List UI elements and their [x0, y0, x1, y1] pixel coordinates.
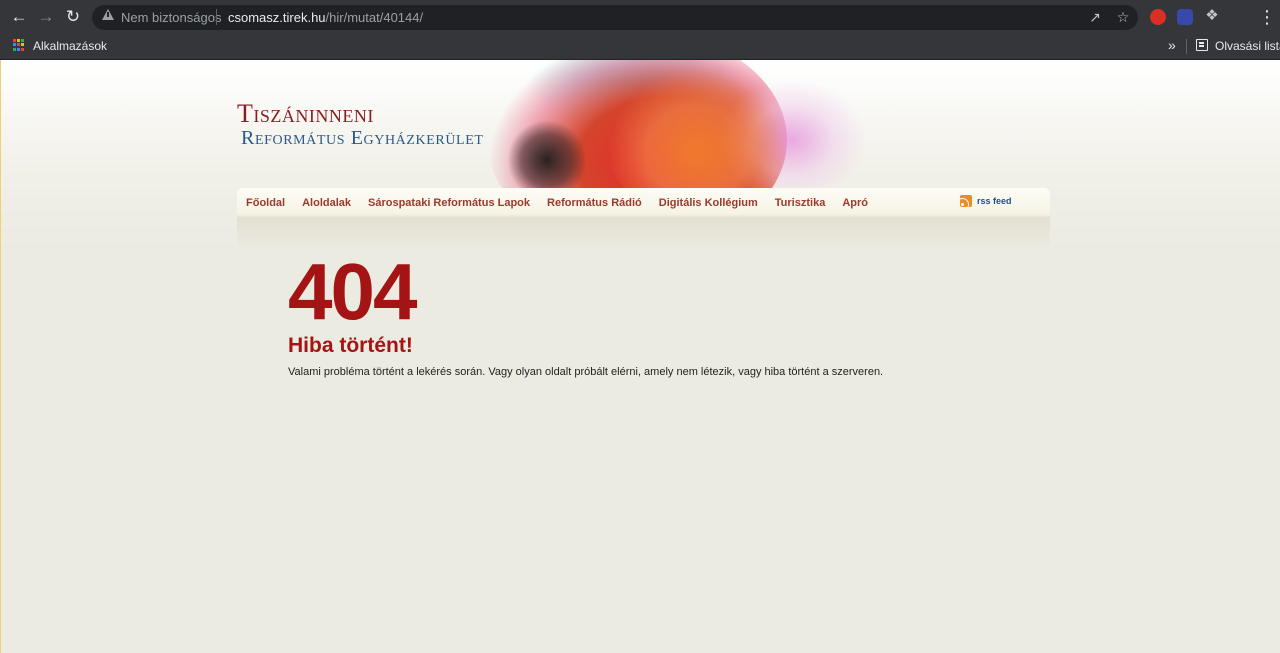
forward-button[interactable]: →: [34, 6, 58, 28]
url-text[interactable]: csomasz.tirek.hu/hir/mutat/40144/: [228, 10, 423, 25]
error-title: Hiba történt!: [288, 334, 413, 357]
bookmarks-bar: Alkalmazások » Olvasási lista: [0, 34, 1280, 60]
menu: Főoldal Aloldalak Sárospataki Református…: [246, 197, 885, 209]
browser-menu-icon[interactable]: ⋮: [1258, 6, 1276, 28]
reading-list-icon[interactable]: [1196, 39, 1208, 51]
share-icon[interactable]: ↗: [1086, 8, 1104, 26]
bookmarks-separator: [1186, 39, 1187, 54]
menu-item-aloldalak[interactable]: Aloldalak: [302, 197, 351, 209]
extensions-puzzle-icon[interactable]: ❖: [1203, 7, 1221, 25]
apps-grid-icon[interactable]: [13, 39, 25, 51]
reading-list-button[interactable]: Olvasási lista: [1215, 39, 1280, 53]
more-bookmarks-icon[interactable]: »: [1168, 37, 1176, 53]
site-header: Tiszáninneni Református Egyházkerület: [237, 60, 1050, 188]
web-page: Tiszáninneni Református Egyházkerület Fő…: [0, 60, 1280, 653]
logo-subtitle: Református Egyházkerület: [241, 127, 484, 149]
header-artwork: [467, 60, 887, 188]
menu-item-digitalis-kollegium[interactable]: Digitális Kollégium: [659, 197, 758, 209]
address-bar[interactable]: Nem biztonságos csomasz.tirek.hu/hir/mut…: [92, 5, 1138, 30]
error-content: 404 Hiba történt! Valami probléma történ…: [288, 247, 988, 379]
error-message: Valami probléma történt a lekérés során.…: [288, 366, 884, 378]
extension-adblock-icon[interactable]: [1150, 9, 1166, 25]
site-logo[interactable]: Tiszáninneni Református Egyházkerület: [237, 99, 484, 149]
apps-shortcut[interactable]: Alkalmazások: [33, 39, 107, 53]
menu-item-fooldal[interactable]: Főoldal: [246, 197, 285, 209]
menu-item-turisztika[interactable]: Turisztika: [775, 197, 826, 209]
error-code: 404: [288, 247, 417, 336]
menu-item-apro[interactable]: Apró: [842, 197, 868, 209]
rss-label: rss feed: [977, 196, 1012, 206]
address-separator: [216, 9, 217, 25]
menu-item-reformatus-radio[interactable]: Református Rádió: [547, 197, 642, 209]
rss-icon: [960, 195, 972, 207]
back-button[interactable]: ←: [7, 6, 31, 28]
logo-title: Tiszáninneni: [237, 99, 374, 128]
main-navigation: Főoldal Aloldalak Sárospataki Református…: [237, 188, 1050, 250]
menu-item-sarospataki-reformatus-lapok[interactable]: Sárospataki Református Lapok: [368, 197, 530, 209]
extension-icon[interactable]: [1177, 9, 1193, 25]
bookmark-star-icon[interactable]: ☆: [1114, 8, 1132, 26]
reload-button[interactable]: ↻: [61, 6, 85, 28]
browser-toolbar: ← → ↻ Nem biztonságos csomasz.tirek.hu/h…: [0, 0, 1280, 34]
security-label[interactable]: Nem biztonságos: [121, 10, 221, 25]
rss-feed-link[interactable]: rss feed: [960, 195, 1012, 207]
